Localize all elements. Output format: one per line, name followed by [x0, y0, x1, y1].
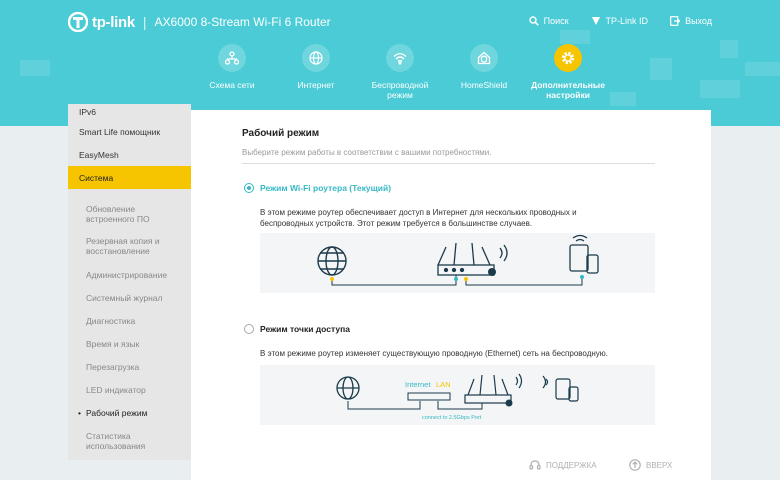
sidebar-sub-label: Администрирование: [86, 269, 168, 280]
homeshield-icon: [477, 51, 491, 65]
sidebar-sub-label: Перезагрузка: [86, 361, 140, 372]
content-panel: Рабочий режим Выберите режим работы в со…: [191, 110, 711, 450]
sidebar-sub-backup[interactable]: Резервная копия и восстановление: [68, 229, 191, 263]
router-model: AX6000 8-Stream Wi-Fi 6 Router: [154, 15, 331, 29]
sidebar-sub-label: Системный журнал: [86, 292, 163, 303]
nav-homeshield[interactable]: HomeShield: [442, 44, 526, 100]
nav-wireless-label: Беспроводной режим: [371, 80, 429, 100]
sidebar-item-smart-life[interactable]: Smart Life помощник: [68, 120, 191, 143]
devices-icon: [542, 375, 579, 402]
radio-selected-icon: [244, 183, 254, 193]
devices-icon: [569, 234, 599, 274]
search-link-label: Поиск: [543, 16, 569, 26]
sidebar-sub-label: Резервная копия и восстановление: [86, 236, 160, 256]
mode-ap-radio[interactable]: Режим точки доступа: [244, 324, 350, 334]
port-note: connect to 2.5Gbps Port: [422, 415, 482, 421]
mode-router-label: Режим Wi-Fi роутера (Текущий): [260, 183, 392, 193]
internet-label: Internet: [405, 380, 431, 389]
sidebar-item-label: Smart Life помощник: [79, 126, 161, 137]
globe-icon: [309, 51, 323, 65]
sidebar-item-label: EasyMesh: [79, 149, 119, 160]
sidebar-sub-label: Время и язык: [86, 338, 140, 349]
router-mode-diagram: [260, 233, 655, 293]
sidebar-sub-syslog[interactable]: Системный журнал: [68, 286, 191, 309]
logo[interactable]: tp-link | AX6000 8-Stream Wi-Fi 6 Router: [67, 11, 331, 33]
sidebar-sub-time[interactable]: Время и язык: [68, 332, 191, 355]
network-map-icon: [225, 51, 239, 65]
nav-internet[interactable]: Интернет: [274, 44, 358, 100]
search-link[interactable]: Поиск: [528, 16, 569, 26]
logout-label: Выход: [685, 16, 712, 26]
sidebar-item-system[interactable]: Система: [68, 166, 191, 189]
router-icon: [464, 373, 523, 404]
main-nav: Схема сети Интернет Беспроводной режим H…: [190, 44, 610, 100]
back-to-top-label: ВВЕРХ: [646, 460, 673, 470]
nav-wireless[interactable]: Беспроводной режим: [358, 44, 442, 100]
headset-icon: [529, 460, 541, 470]
current-bullet: •: [78, 407, 81, 418]
footer-bar: ПОДДЕРЖКА ВВЕРХ: [191, 450, 711, 480]
back-to-top-button[interactable]: ВВЕРХ: [629, 459, 672, 471]
nav-advanced-label: Дополнительные настройки: [531, 80, 605, 100]
mode-ap-description: В этом режиме роутер изменяет существующ…: [260, 349, 609, 358]
sidebar-sub-firmware[interactable]: Обновление встроенного ПО: [68, 199, 191, 229]
sidebar-sub-reboot[interactable]: Перезагрузка: [68, 355, 191, 378]
router-icon: [437, 242, 508, 276]
nav-network-map[interactable]: Схема сети: [190, 44, 274, 100]
sidebar-sub-operation-mode[interactable]: • Рабочий режим: [68, 401, 191, 424]
sidebar-sub-label: Рабочий режим: [85, 407, 148, 418]
sidebar-sub-statistics[interactable]: Статистика использования: [68, 424, 191, 458]
mode-ap-label: Режим точки доступа: [260, 324, 350, 334]
sidebar-sub-led[interactable]: LED индикатор: [68, 378, 191, 401]
sidebar-sub-admin[interactable]: Администрирование: [68, 263, 191, 286]
support-label: ПОДДЕРЖКА: [546, 460, 597, 470]
tplink-logo-icon: [67, 11, 89, 33]
radio-unselected-icon: [244, 324, 254, 334]
wireless-icon: [393, 53, 407, 65]
brand-name: tp-link: [92, 13, 135, 31]
sidebar-item-easymesh[interactable]: EasyMesh: [68, 143, 191, 166]
arrow-up-icon: [629, 459, 641, 471]
nav-network-map-label: Схема сети: [209, 80, 255, 90]
nav-advanced[interactable]: Дополнительные настройки: [526, 44, 610, 100]
sidebar-sub-label: Обновление встроенного ПО: [86, 204, 150, 224]
sidebar-item-ipv6[interactable]: IPv6: [68, 104, 191, 120]
tplink-id-icon: [591, 17, 600, 25]
globe-icon: [317, 246, 347, 276]
nav-homeshield-label: HomeShield: [460, 80, 508, 90]
sidebar-item-label: IPv6: [79, 107, 97, 117]
top-links: Поиск TP-Link ID Выход: [528, 16, 712, 26]
sidebar-sub-diagnostics[interactable]: Диагностика: [68, 309, 191, 332]
lan-label: LAN: [436, 380, 451, 389]
ap-mode-diagram: Internet LAN connect to 2.5Gbps Port: [260, 365, 655, 425]
tplink-id-link[interactable]: TP-Link ID: [591, 16, 649, 26]
logout-icon: [670, 16, 681, 26]
sidebar-sub-label: LED индикатор: [86, 384, 146, 395]
search-icon: [528, 16, 539, 26]
gear-icon: [561, 51, 575, 65]
page-subtitle: Выберите режим работы в соответствии с в…: [242, 148, 655, 164]
sidebar-sub-label: Диагностика: [86, 315, 136, 326]
support-button[interactable]: ПОДДЕРЖКА: [529, 459, 597, 471]
sidebar-item-label: Система: [79, 172, 114, 183]
sidebar: IPv6 Smart Life помощник EasyMesh Систем…: [68, 104, 191, 460]
sidebar-sub-label: Статистика использования: [86, 431, 146, 451]
brand-separator: |: [142, 14, 147, 30]
logout-link[interactable]: Выход: [670, 16, 712, 26]
mode-router-radio[interactable]: Режим Wi-Fi роутера (Текущий): [244, 183, 391, 193]
globe-icon: [336, 376, 360, 400]
nav-internet-label: Интернет: [297, 80, 335, 90]
page-title: Рабочий режим: [242, 128, 320, 139]
mode-router-description: В этом режиме роутер обеспечивает доступ…: [260, 208, 577, 228]
tplink-id-label: TP-Link ID: [605, 16, 649, 26]
